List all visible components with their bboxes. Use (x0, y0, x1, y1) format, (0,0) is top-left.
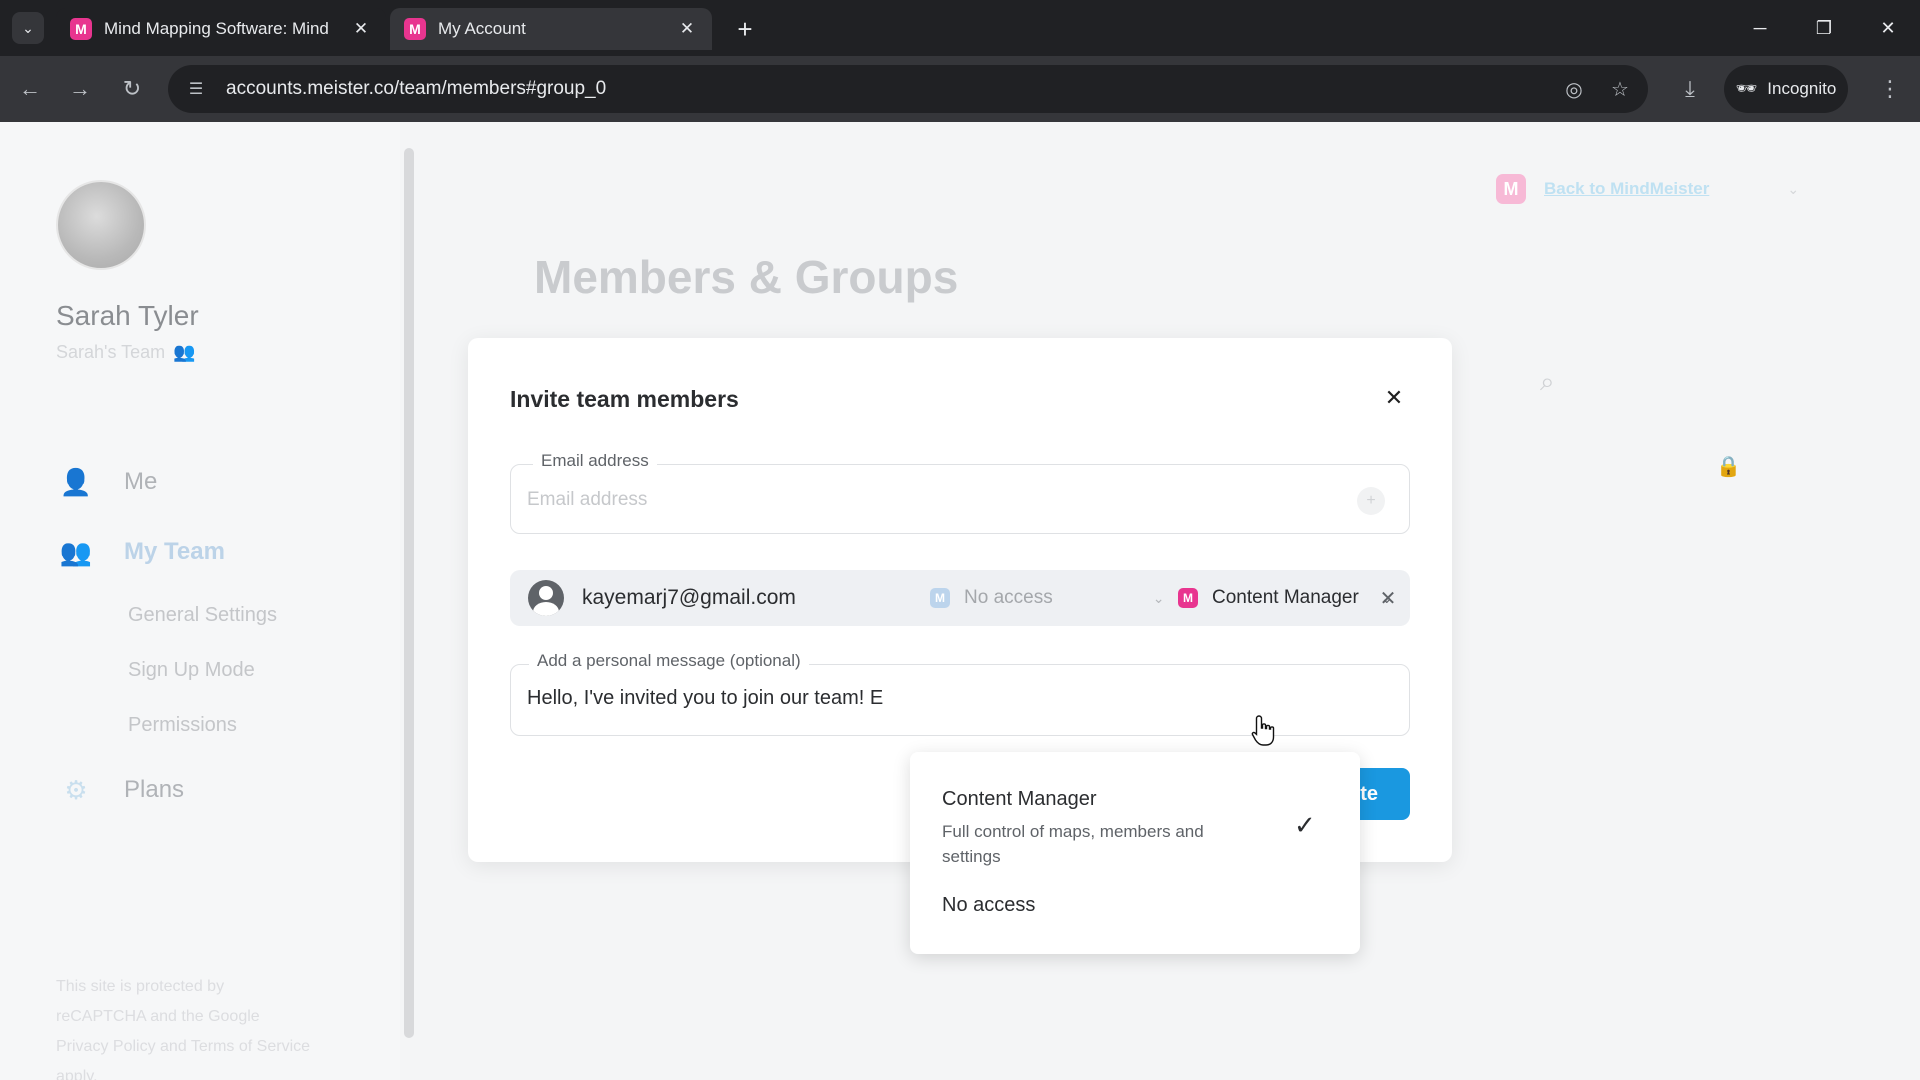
message-text[interactable]: Hello, I've invited you to join our team… (527, 687, 927, 710)
close-tab-icon[interactable]: ✕ (350, 18, 372, 40)
message-field-label: Add a personal message (optional) (529, 651, 809, 671)
recaptcha-line: reCAPTCHA and the Google (56, 1008, 260, 1025)
sidebar-item-my-team[interactable]: 👥 My Team (58, 534, 225, 570)
mindmeister-favicon-icon: M (404, 18, 426, 40)
team-name-label: Sarah's Team (56, 342, 166, 362)
address-bar[interactable]: ☰ accounts.meister.co/team/members#group… (168, 65, 1648, 113)
recaptcha-line: apply. (56, 1068, 98, 1080)
role-dropdown-menu: Content Manager Full control of maps, me… (910, 752, 1360, 954)
forward-button[interactable]: → (62, 71, 98, 107)
tab-search-button[interactable]: ⌄ (12, 12, 44, 44)
recaptcha-notice: This site is protected by reCAPTCHA and … (56, 972, 356, 1080)
recaptcha-line: This site is protected by (56, 978, 225, 995)
new-tab-button[interactable]: + (730, 14, 760, 44)
gear-icon: ⚙ (64, 774, 88, 805)
chevron-down-icon[interactable]: ⌄ (1787, 181, 1799, 198)
back-link-label: Back to MindMeister (1544, 179, 1710, 198)
app-access-select[interactable]: M No access ⌄ (930, 582, 1164, 614)
page-title: Members & Groups (534, 251, 959, 303)
email-input[interactable] (527, 483, 1347, 517)
mindmeister-logo-icon: M (1496, 174, 1526, 204)
role-option-content-manager[interactable]: Content Manager Full control of maps, me… (942, 788, 1302, 869)
hand-cursor-icon (1251, 715, 1275, 746)
incognito-icon: 🕶 (1735, 79, 1758, 98)
sidebar-item-label: My Team (124, 538, 225, 565)
page-content: Sarah Tyler Sarah's Team 👥 👤 Me 👥 My Tea… (0, 122, 1920, 1080)
checkmark-icon: ✓ (1294, 810, 1316, 840)
restore-icon: ❐ (1815, 17, 1833, 38)
person-avatar-icon (528, 580, 564, 616)
close-tab-icon[interactable]: ✕ (676, 18, 698, 40)
remove-invitee-button[interactable]: ✕ (1374, 584, 1402, 612)
role-select[interactable]: M Content Manager ⌄ (1178, 582, 1393, 614)
close-modal-button[interactable]: ✕ (1378, 382, 1410, 414)
restore-button[interactable]: ❐ (1804, 10, 1844, 46)
invitee-row: kayemarj7@gmail.com M No access ⌄ M Cont… (510, 570, 1410, 626)
reload-button[interactable]: ↻ (114, 71, 150, 107)
person-icon: 👤 (59, 466, 93, 497)
tab-title: Mind Mapping Software: Mind (104, 19, 329, 38)
sidebar-scrollbar[interactable] (404, 148, 414, 1038)
meistertask-logo-icon: M (930, 588, 950, 608)
option-description: Full control of maps, members and settin… (942, 822, 1204, 866)
plus-icon: + (737, 13, 753, 44)
tab-my-account[interactable]: M My Account ✕ (390, 8, 712, 50)
minimize-icon: ─ (1753, 17, 1767, 38)
sidebar-item-label: Me (124, 468, 158, 495)
url-text[interactable]: accounts.meister.co/team/members#group_0 (226, 78, 1556, 100)
user-name: Sarah Tyler (56, 300, 199, 331)
incognito-label: Incognito (1767, 79, 1837, 98)
sidebar-subitem-general-settings[interactable]: General Settings (128, 604, 277, 627)
sidebar-subitem-sign-up-mode[interactable]: Sign Up Mode (128, 659, 255, 682)
browser-tab-bar: ⌄ M Mind Mapping Software: Mind ✕ M My A… (0, 0, 1920, 56)
more-vert-icon: ⋮ (1879, 76, 1901, 101)
search-icon: ⌕ (1540, 366, 1555, 396)
arrow-left-icon: ← (19, 76, 41, 101)
email-field: Email address + (510, 451, 1410, 534)
role-value: Content Manager (1212, 587, 1359, 608)
option-title: Content Manager (942, 788, 1097, 810)
close-window-button[interactable]: ✕ (1868, 10, 1908, 46)
mindmeister-logo-icon: M (1178, 588, 1198, 608)
sidebar-item-me[interactable]: 👤 Me (58, 464, 158, 500)
back-to-mindmeister-link[interactable]: M Back to MindMeister ⌄ (1496, 174, 1799, 204)
star-icon[interactable]: ☆ (1602, 71, 1638, 107)
back-button[interactable]: ← (12, 71, 48, 107)
role-option-no-access[interactable]: No access (942, 894, 1035, 917)
sidebar-item-label: Plans (124, 776, 185, 803)
add-email-button[interactable]: + (1357, 487, 1385, 515)
browser-menu-button[interactable]: ⋮ (1872, 71, 1908, 107)
lock-icon: 🔒 (1716, 456, 1741, 478)
sidebar-subitem-permissions[interactable]: Permissions (128, 714, 237, 737)
team-icon: 👥 (59, 536, 93, 567)
chevron-down-icon: ⌄ (1152, 589, 1165, 606)
tab-mind-mapping[interactable]: M Mind Mapping Software: Mind ✕ (56, 8, 386, 50)
mindmeister-favicon-icon: M (70, 18, 92, 40)
site-info-icon[interactable]: ☰ (182, 75, 210, 103)
download-button[interactable]: ⤓ (1672, 71, 1708, 107)
team-name: Sarah's Team 👥 (56, 342, 196, 363)
app-access-value: No access (964, 587, 1053, 608)
sidebar: Sarah Tyler Sarah's Team 👥 👤 Me 👥 My Tea… (0, 122, 400, 1080)
team-icon: 👥 (173, 342, 196, 362)
avatar[interactable] (56, 180, 146, 270)
recaptcha-line[interactable]: Privacy Policy and Terms of Service (56, 1032, 356, 1062)
eye-off-icon[interactable]: ◎ (1556, 71, 1592, 107)
close-icon: ✕ (1384, 385, 1404, 410)
sidebar-item-plans[interactable]: ⚙ Plans (58, 772, 184, 808)
email-field-label: Email address (533, 451, 657, 471)
close-icon: ✕ (1880, 17, 1896, 38)
chevron-down-icon: ⌄ (22, 19, 34, 36)
close-icon: ✕ (1379, 587, 1397, 610)
arrow-right-icon: → (69, 76, 91, 101)
minimize-button[interactable]: ─ (1740, 10, 1780, 46)
modal-title: Invite team members (510, 386, 739, 412)
invitee-email: kayemarj7@gmail.com (582, 586, 796, 609)
tab-title: My Account (438, 19, 526, 38)
reload-icon: ↻ (122, 76, 142, 101)
browser-toolbar: ← → ↻ ☰ accounts.meister.co/team/members… (0, 56, 1920, 122)
download-icon: ⤓ (1685, 76, 1695, 101)
incognito-badge[interactable]: 🕶 Incognito (1724, 65, 1848, 113)
